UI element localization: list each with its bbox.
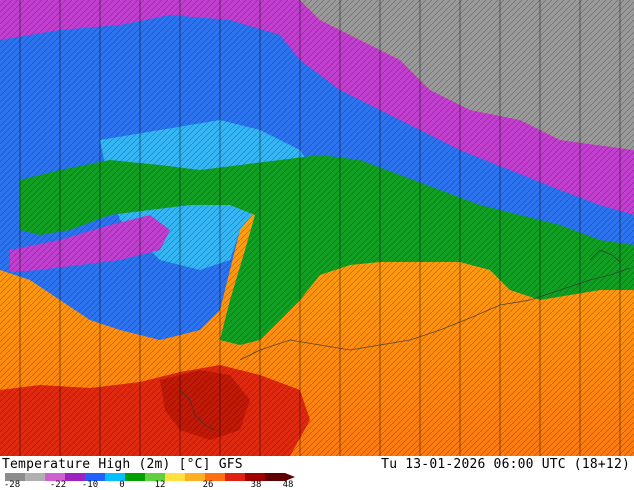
color-scale-tick-label: -10 xyxy=(81,480,99,490)
valid-time: Tu 13-01-2026 06:00 UTC (18+12) xyxy=(381,457,630,472)
color-scale-segment xyxy=(125,473,146,481)
temperature-map xyxy=(0,0,634,456)
color-scale-segment xyxy=(25,473,46,481)
color-scale-tick-label: 0 xyxy=(119,480,125,490)
color-scale-tick-label: 48 xyxy=(282,480,294,490)
map-footer: Temperature High (2m) [°C] GFS Tu 13-01-… xyxy=(0,456,634,490)
label-hatching xyxy=(0,0,634,456)
color-scale-segment xyxy=(225,473,246,481)
color-scale-tick-label: -28 xyxy=(3,480,21,490)
color-scale-tick-label: 38 xyxy=(250,480,262,490)
color-scale-tick-label: 12 xyxy=(154,480,166,490)
map-title: Temperature High (2m) [°C] GFS xyxy=(2,457,243,472)
color-scale-segment xyxy=(165,473,186,481)
color-scale-tick-label: -22 xyxy=(49,480,67,490)
forecast-map-frame: Temperature High (2m) [°C] GFS Tu 13-01-… xyxy=(0,0,634,490)
color-scale-tick-label: 26 xyxy=(202,480,214,490)
